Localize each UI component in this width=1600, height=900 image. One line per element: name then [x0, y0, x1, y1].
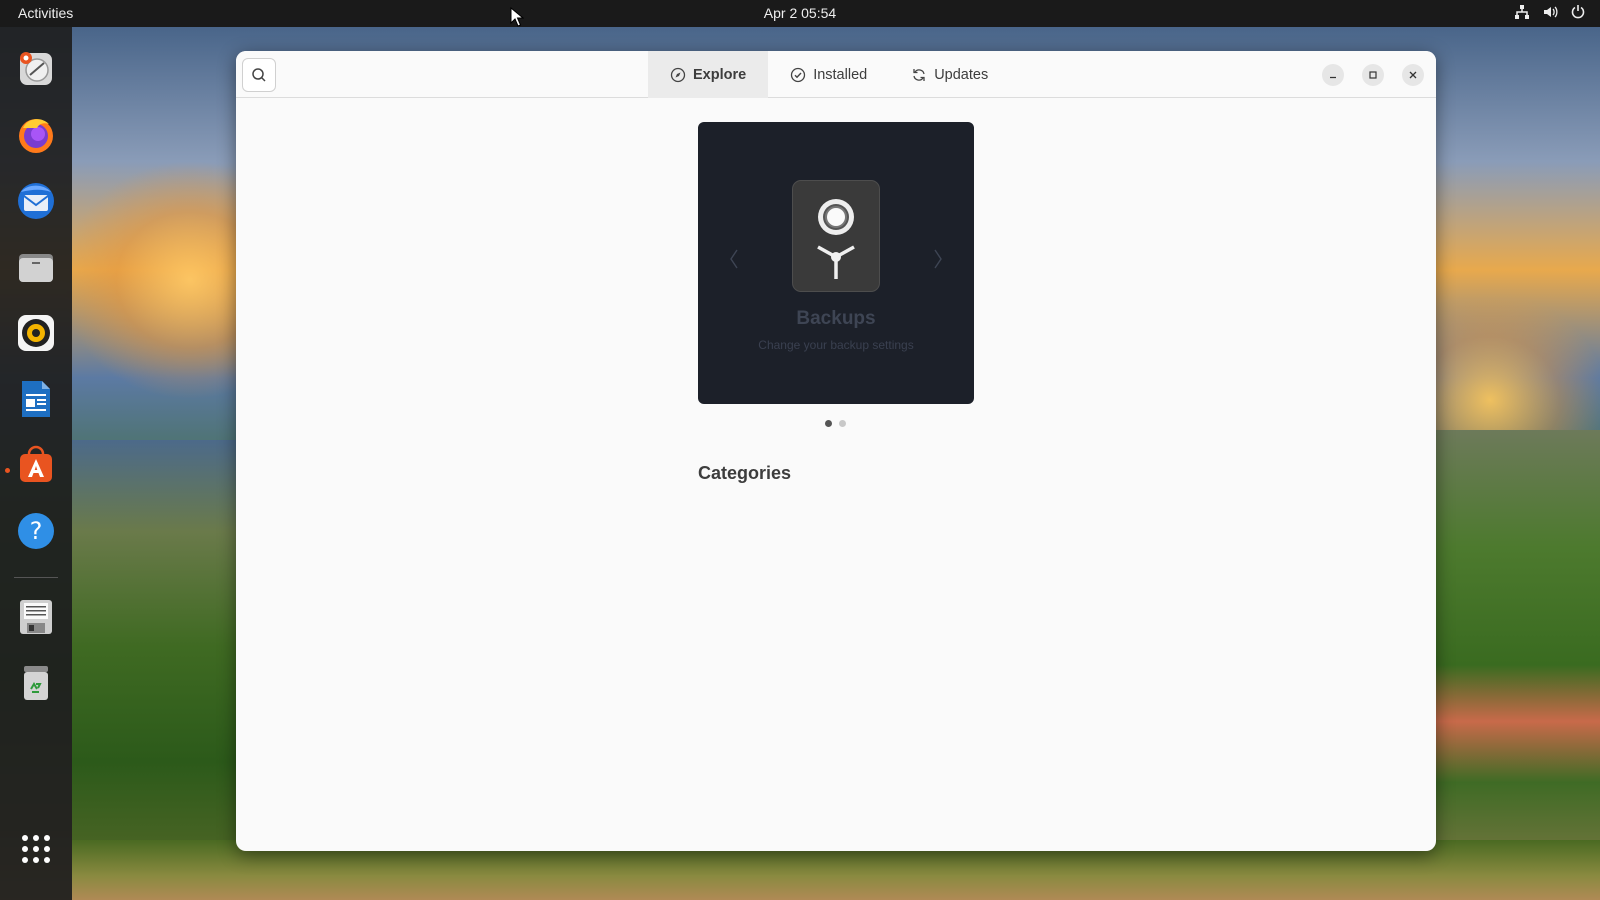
search-button[interactable]	[242, 58, 276, 92]
wallpaper-hills-right	[1430, 430, 1600, 900]
files-icon[interactable]	[14, 245, 58, 289]
minimize-button[interactable]	[1322, 64, 1344, 86]
maximize-icon	[1369, 71, 1377, 79]
help-icon[interactable]: ?	[14, 509, 58, 553]
header-bar: Explore Installed Updates	[236, 51, 1436, 98]
chevron-left-icon	[730, 249, 738, 269]
activities-button[interactable]: Activities	[18, 5, 73, 21]
tab-installed-label: Installed	[813, 66, 868, 83]
categories-heading: Categories	[698, 463, 792, 483]
show-apps-icon[interactable]	[14, 827, 58, 871]
dock-separator	[14, 577, 58, 578]
ubuntu-software-icon[interactable]	[14, 443, 58, 487]
compass-icon	[670, 67, 686, 82]
tab-updates[interactable]: Updates	[889, 51, 1010, 98]
thunderbird-icon[interactable]	[14, 179, 58, 223]
chevron-right-icon	[934, 249, 942, 269]
clock: Apr 2 05:54	[0, 5, 1600, 21]
svg-text:?: ?	[30, 517, 43, 545]
minimize-icon	[1330, 76, 1336, 79]
wallpaper-hills-left	[72, 440, 242, 900]
refresh-icon	[913, 68, 925, 81]
view-switcher: Explore Installed Updates	[648, 51, 1010, 98]
software-window: Explore Installed Updates Backups Change…	[236, 51, 1436, 851]
system-tray[interactable]	[1514, 4, 1586, 20]
tab-explore[interactable]: Explore	[648, 51, 769, 98]
carousel-dot-1[interactable]	[825, 420, 832, 427]
tab-updates-label: Updates	[934, 66, 989, 83]
firefox-icon[interactable]	[14, 113, 58, 157]
running-indicator	[5, 468, 10, 473]
check-circle-icon	[791, 67, 806, 82]
trash-icon[interactable]	[14, 661, 58, 705]
close-icon	[1409, 71, 1417, 79]
carousel-subtitle: Change your backup settings	[758, 338, 914, 352]
carousel-page-indicator	[825, 420, 846, 427]
clock-label[interactable]: Apr 2 05:54	[764, 5, 836, 21]
window-controls	[1322, 64, 1424, 86]
carousel-next-button[interactable]	[930, 247, 946, 271]
mouse-cursor	[510, 6, 525, 32]
floppy-drive-icon[interactable]	[14, 595, 58, 639]
top-bar: Activities Apr 2 05:54	[0, 0, 1600, 27]
close-button[interactable]	[1402, 64, 1424, 86]
search-icon	[252, 68, 266, 82]
volume-icon[interactable]	[1542, 4, 1558, 20]
libreoffice-writer-icon[interactable]	[14, 377, 58, 421]
carousel-title: Backups	[796, 308, 876, 329]
power-icon[interactable]	[1570, 4, 1586, 20]
featured-carousel[interactable]: Backups Change your backup settings	[698, 122, 974, 404]
carousel-dot-2[interactable]	[839, 420, 846, 427]
tab-installed[interactable]: Installed	[768, 51, 889, 98]
backups-app-icon	[792, 180, 880, 292]
maximize-button[interactable]	[1362, 64, 1384, 86]
tab-explore-label: Explore	[693, 66, 747, 83]
network-icon[interactable]	[1514, 4, 1530, 20]
carousel-previous-button[interactable]	[726, 247, 742, 271]
rhythmbox-icon[interactable]	[14, 311, 58, 355]
screenshot-app-icon[interactable]	[14, 47, 58, 91]
dock: ?	[0, 27, 72, 900]
